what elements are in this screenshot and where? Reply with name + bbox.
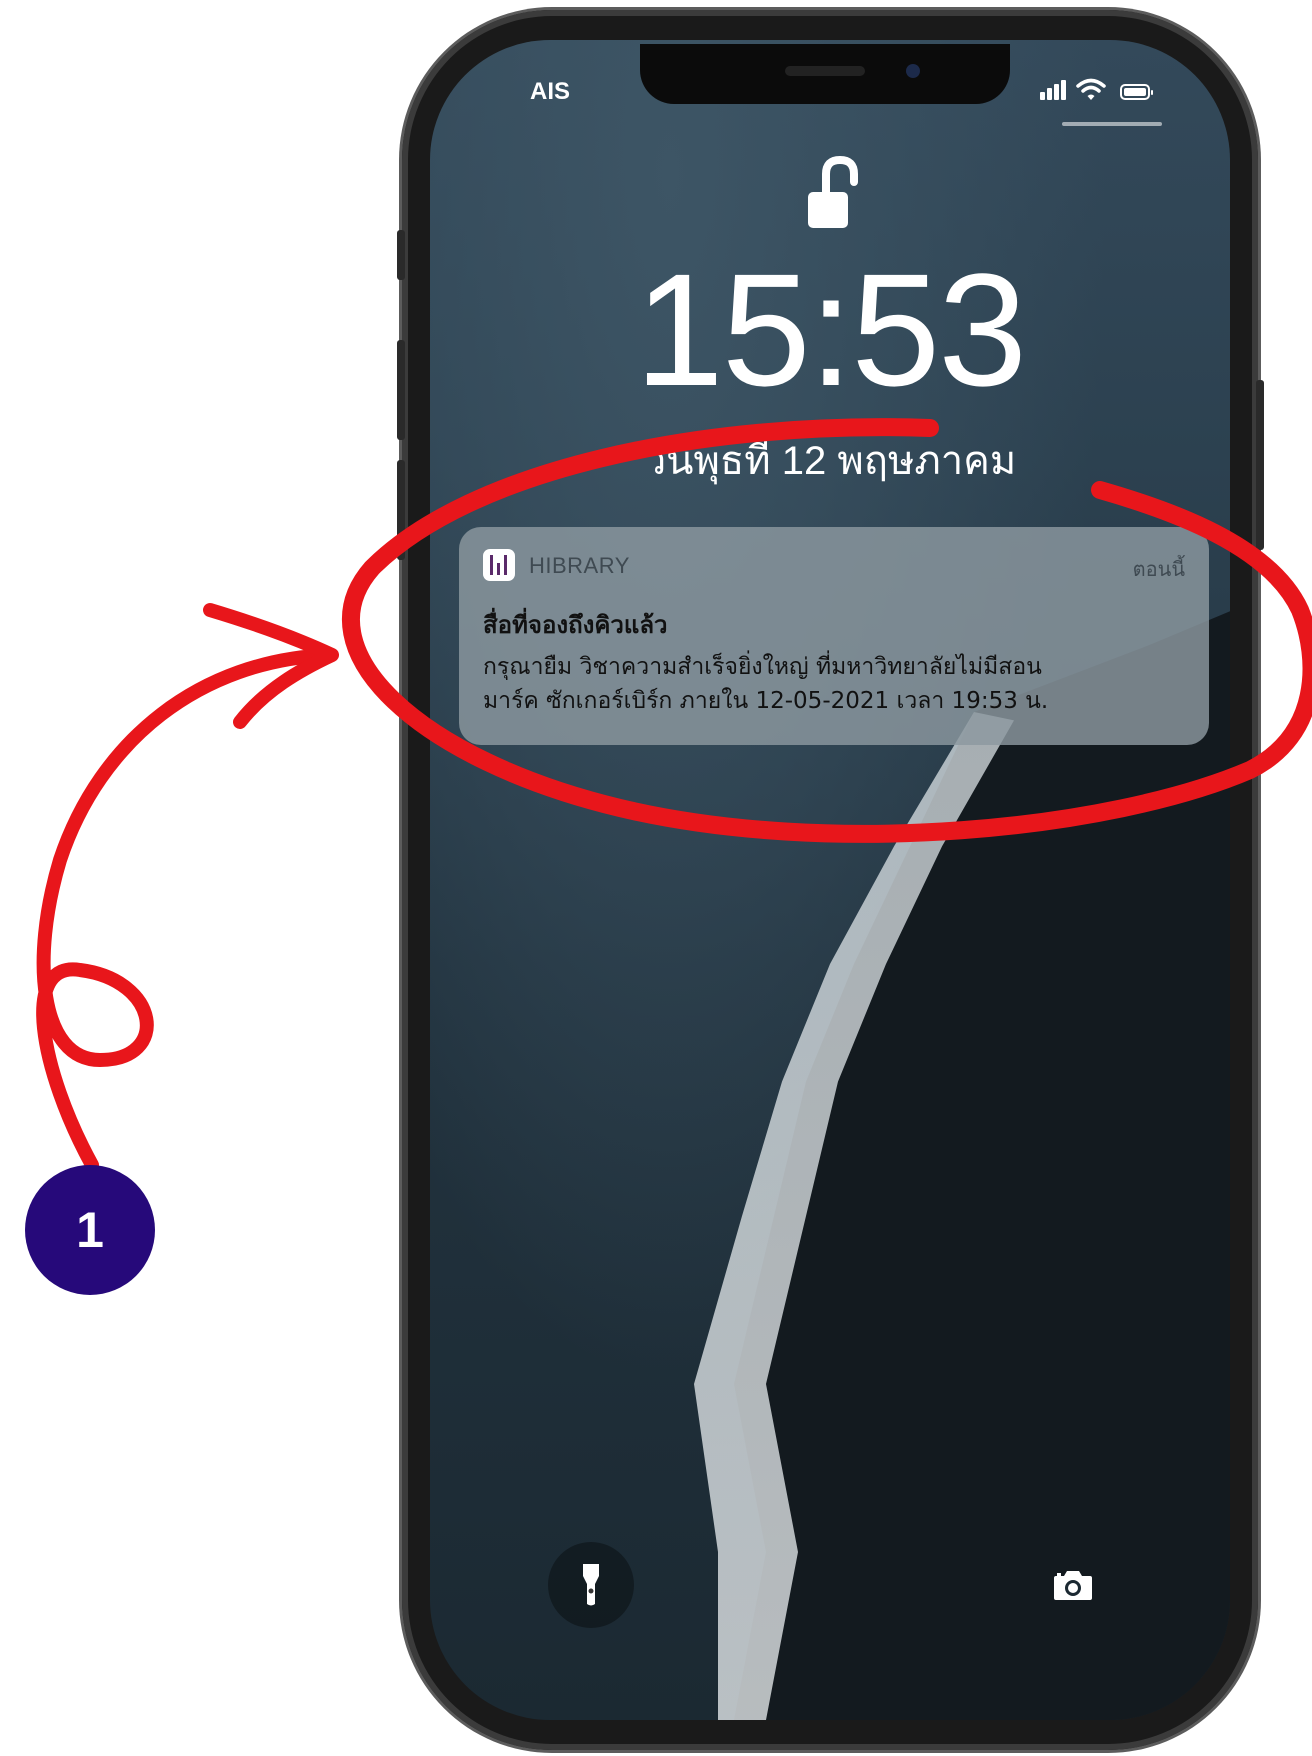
curved-arrow	[36, 648, 337, 1172]
highlight-circle	[342, 418, 1312, 843]
step-number-badge: 1	[25, 1165, 155, 1295]
annotation-overlay	[36, 418, 1312, 1172]
